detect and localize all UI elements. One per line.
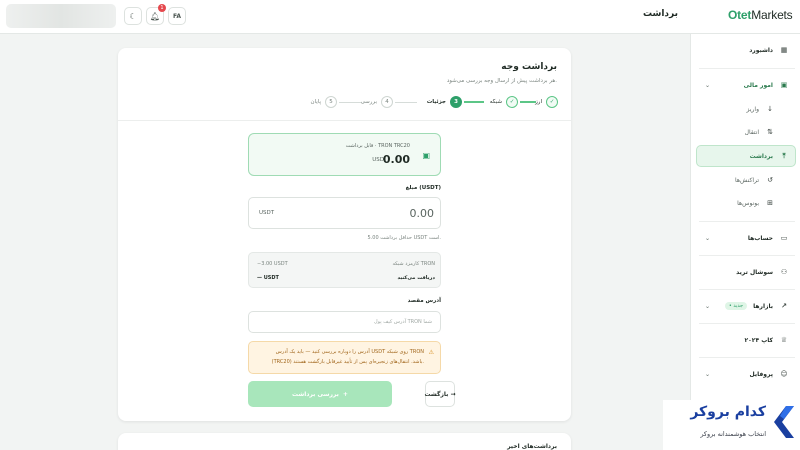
amount-input[interactable]: USDT 0.00 <box>248 197 441 229</box>
arrow-up-icon: ⤒ <box>782 151 786 160</box>
wallet-icon: ▣ <box>422 151 430 160</box>
swap-icon: ⇅ <box>767 128 773 136</box>
fee-value: −3.00 USDT <box>257 261 288 267</box>
plus-icon: + <box>342 390 348 398</box>
withdraw-card: برداشت وجه هر برداشت پیش از ارسال وجه بر… <box>118 48 571 421</box>
account-pill[interactable] <box>6 4 116 28</box>
sidebar-item-dashboard[interactable]: داشبورد ▦ <box>699 39 795 61</box>
min-withdraw-hint: حداقل برداشت 5.00 USDT است. <box>367 235 441 241</box>
receive-value: — USDT <box>257 275 279 281</box>
chevron-down-icon: ⌄ <box>705 302 711 310</box>
watermark-logo-icon <box>774 406 794 438</box>
fee-label: کارمزد شبکه TRON <box>392 261 435 267</box>
address-label: آدرس مقصد <box>407 298 441 304</box>
notification-count-badge: 1 <box>158 4 166 12</box>
sidebar-item-withdraw[interactable]: برداشت ⤒ <box>696 145 796 167</box>
sidebar-item-deposit[interactable]: واریز ↓ <box>699 98 795 120</box>
card-title: برداشت وجه <box>501 62 557 72</box>
theme-toggle-button[interactable]: ☾ <box>124 7 142 25</box>
amount-unit: USDT <box>259 210 275 216</box>
watermark-tagline: انتخاب هوشمندانه بروکر <box>700 430 766 438</box>
sidebar-item-transfer[interactable]: انتقال ⇅ <box>699 121 795 143</box>
sidebar-item-cup-2024[interactable]: کاپ ۲۰۲۴ ♕ <box>699 329 795 351</box>
address-placeholder: آدرس کیف پول TRON شما <box>374 319 432 325</box>
user-icon: ☺ <box>780 370 788 378</box>
card-subtitle: هر برداشت پیش از ارسال وجه بررسی می‌شود. <box>446 78 557 84</box>
available-balance-box: قابل برداشت · TRON TRC20 0.00 USD ▣ <box>248 133 441 176</box>
bell-icon: 🔔︎ <box>149 11 161 21</box>
arrow-down-icon: ↓ <box>767 105 773 113</box>
watermark: کدام بروکر انتخاب هوشمندانه بروکر <box>663 400 800 450</box>
watermark-title: کدام بروکر <box>690 404 766 420</box>
chevron-down-icon: ⌄ <box>705 81 711 89</box>
page-title: برداشت <box>642 9 678 19</box>
sidebar-item-transactions[interactable]: تراکنش‌ها ↺ <box>699 169 795 191</box>
wallet-icon: ▣ <box>780 81 788 89</box>
sidebar-item-social-trade[interactable]: سوشال ترید ⚇ <box>699 261 795 283</box>
check-icon: ✓ <box>546 96 558 108</box>
top-bar: ☾ 🔔︎ 1 FA برداشت OtetMarkets <box>0 0 800 34</box>
new-badge: • جدید <box>724 302 748 310</box>
amount-label: مبلغ (USDT) <box>405 185 441 191</box>
back-button[interactable]: بازگشت → <box>425 381 455 407</box>
recent-withdrawals-title: برداشت‌های اخیر <box>507 443 557 450</box>
review-withdraw-button[interactable]: بررسی برداشت + <box>248 381 392 407</box>
warning-icon: ⚠ <box>428 349 434 356</box>
trophy-icon: ♕ <box>780 336 788 344</box>
sidebar-item-bonuses[interactable]: بونوس‌ها ⊞ <box>699 192 795 214</box>
recent-withdrawals-card: برداشت‌های اخیر <box>118 433 571 450</box>
receive-label: دریافت می‌کنید <box>397 275 435 281</box>
users-icon: ⚇ <box>780 268 788 276</box>
notifications-button[interactable]: 🔔︎ 1 <box>146 4 166 25</box>
warning-text-line1: آدرس را دوباره بررسی کنید — باید یک آدرس… <box>275 349 424 355</box>
amount-value: 0.00 <box>409 207 435 220</box>
arrow-right-icon: → <box>450 390 456 398</box>
stepper: ارز ✓ شبکه ✓ جزئیات 3 بررسی 4 پایان 5 <box>228 96 558 110</box>
sidebar-item-profile[interactable]: ⌄ پروفایل ☺ <box>699 363 795 385</box>
chevron-down-icon: ⌄ <box>705 234 711 242</box>
step-finish[interactable]: پایان 5 <box>311 96 337 108</box>
history-icon: ↺ <box>767 176 773 184</box>
step-details[interactable]: جزئیات 3 <box>427 96 462 108</box>
sidebar-item-accounts[interactable]: ⌄ حساب‌ها ▭ <box>699 227 795 249</box>
gift-icon: ⊞ <box>767 199 773 207</box>
language-button[interactable]: FA <box>168 7 186 25</box>
sidebar-item-markets[interactable]: ⌄ • جدید بازارها ↗ <box>699 295 795 317</box>
chevron-down-icon: ⌄ <box>705 370 711 378</box>
step-network[interactable]: شبکه ✓ <box>490 96 518 108</box>
warning-text-line2: (TRC20) باشد. انتقال‌های زنجیره‌ای پس از… <box>271 359 424 365</box>
balance-label: قابل برداشت · TRON TRC20 <box>345 143 410 149</box>
sidebar-item-finance[interactable]: ⌄ امور مالی ▣ <box>699 74 795 96</box>
chart-icon: ↗ <box>781 302 787 310</box>
balance-unit: USD <box>372 157 384 163</box>
brand-logo[interactable]: OtetMarkets <box>728 8 793 22</box>
step-review[interactable]: بررسی 4 <box>361 96 393 108</box>
step-currency[interactable]: ارز ✓ <box>535 96 558 108</box>
fee-summary: −3.00 USDT کارمزد شبکه TRON — USDT دریاف… <box>248 252 441 288</box>
moon-icon: ☾ <box>129 11 137 21</box>
grid-icon: ▦ <box>780 46 788 54</box>
address-warning: ⚠ آدرس را دوباره بررسی کنید — باید یک آد… <box>248 341 441 374</box>
check-icon: ✓ <box>506 96 518 108</box>
card-icon: ▭ <box>780 234 788 242</box>
balance-value: 0.00 <box>382 153 410 166</box>
address-input[interactable]: آدرس کیف پول TRON شما <box>248 311 441 333</box>
sidebar: داشبورد ▦ ⌄ امور مالی ▣ واریز ↓ انتقال ⇅ برد… <box>690 34 800 450</box>
